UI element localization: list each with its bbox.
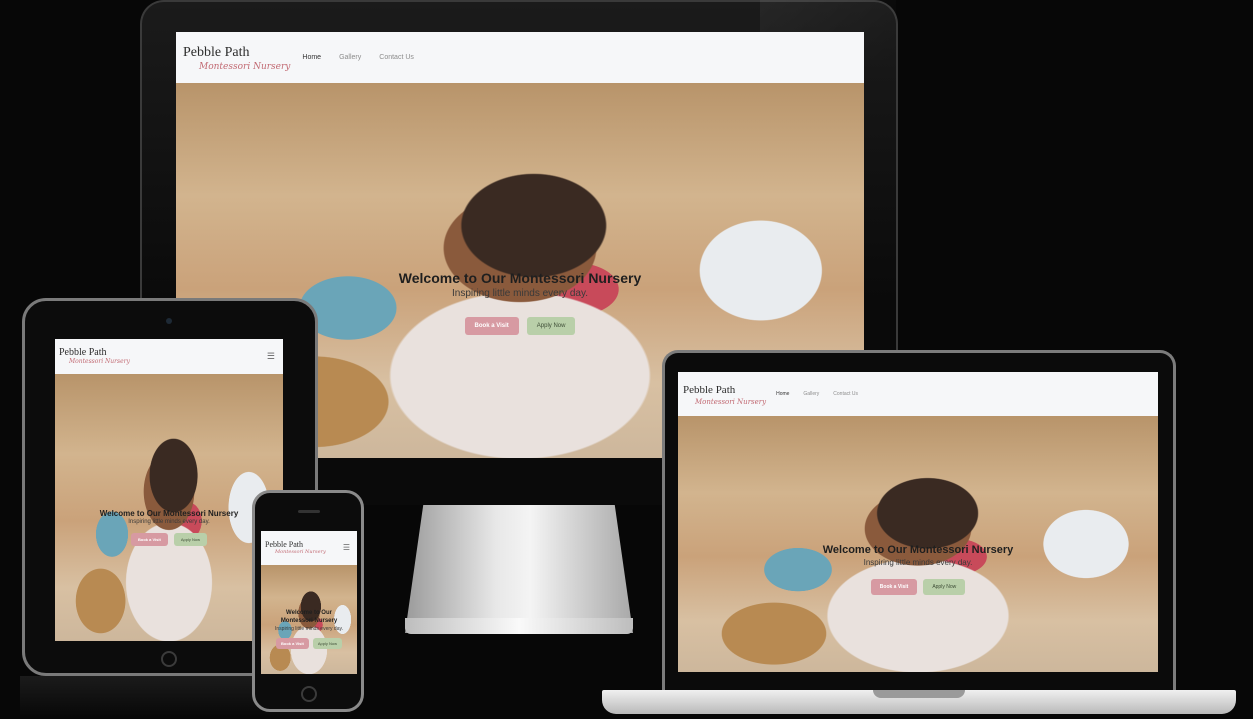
- apply-now-button[interactable]: Apply Now: [526, 317, 576, 335]
- nav-home-link[interactable]: Home: [302, 54, 321, 61]
- hero-text: Welcome to Our Montessori Nursery Inspir…: [261, 609, 357, 649]
- laptop-screen: Pebble Path Montessori Nursery Home Gall…: [678, 372, 1158, 672]
- monitor-stand: [405, 505, 633, 633]
- phone-screen: Pebble Path Montessori Nursery ☰ Welcome…: [261, 531, 357, 674]
- navbar: Pebble Path Montessori Nursery Home Gall…: [678, 372, 1158, 416]
- brand-subtitle: Montessori Nursery: [199, 61, 291, 72]
- brand-subtitle: Montessori Nursery: [69, 358, 130, 365]
- hero-subtitle: Inspiring little minds every day.: [863, 558, 973, 567]
- monitor-stand-base: [405, 618, 633, 634]
- nav-links: Home Gallery Contact Us: [302, 54, 414, 61]
- brand-name: Pebble Path: [183, 44, 250, 60]
- nav-contact-link[interactable]: Contact Us: [833, 391, 858, 397]
- hero-title: Welcome to Our Montessori Nursery: [280, 610, 338, 624]
- phone-speaker: [298, 510, 320, 513]
- navbar: Pebble Path Montessori Nursery ☰: [55, 339, 283, 374]
- nav-home-link[interactable]: Home: [776, 391, 789, 397]
- nav-gallery-link[interactable]: Gallery: [339, 54, 361, 61]
- hamburger-icon[interactable]: ☰: [343, 543, 350, 552]
- navbar: Pebble Path Montessori Nursery ☰: [261, 531, 357, 565]
- hero-title: Welcome to Our Montessori Nursery: [822, 544, 1014, 556]
- hero-title: Welcome to Our Montessori Nursery: [99, 509, 239, 518]
- tablet-home-button: [161, 651, 177, 667]
- tablet-camera: [166, 318, 172, 324]
- brand-logo[interactable]: Pebble Path Montessori Nursery: [183, 44, 290, 72]
- book-visit-button[interactable]: Book a Visit: [870, 579, 918, 595]
- book-visit-button[interactable]: Book a Visit: [464, 317, 519, 335]
- book-visit-button[interactable]: Book a Visit: [131, 533, 168, 546]
- brand-name: Pebble Path: [59, 347, 107, 358]
- hero-image: [55, 374, 283, 641]
- brand-name: Pebble Path: [683, 383, 736, 396]
- hero-title: Welcome to Our Montessori Nursery: [398, 270, 642, 286]
- hero-buttons: Book a Visit Apply Now: [55, 533, 283, 546]
- brand-logo[interactable]: Pebble Path Montessori Nursery: [683, 383, 766, 406]
- nav-contact-link[interactable]: Contact Us: [379, 54, 414, 61]
- apply-now-button[interactable]: Apply Now: [923, 579, 966, 595]
- nav-gallery-link[interactable]: Gallery: [803, 391, 819, 397]
- hero-text: Welcome to Our Montessori Nursery Inspir…: [678, 544, 1158, 595]
- hamburger-icon[interactable]: ☰: [267, 351, 275, 362]
- navbar: Pebble Path Montessori Nursery Home Gall…: [176, 32, 864, 83]
- hero-buttons: Book a Visit Apply Now: [678, 579, 1158, 595]
- brand-subtitle: Montessori Nursery: [695, 397, 767, 406]
- brand-logo[interactable]: Pebble Path Montessori Nursery: [59, 348, 130, 365]
- hero-subtitle: Inspiring little minds every day.: [275, 626, 343, 632]
- hero-buttons: Book a Visit Apply Now: [271, 638, 347, 649]
- nav-links: Home Gallery Contact Us: [776, 391, 858, 397]
- book-visit-button[interactable]: Book a Visit: [276, 638, 309, 649]
- apply-now-button[interactable]: Apply Now: [312, 638, 342, 649]
- tablet-screen: Pebble Path Montessori Nursery ☰ Welcome…: [55, 339, 283, 641]
- apply-now-button[interactable]: Apply Now: [173, 533, 207, 546]
- hero-text: Welcome to Our Montessori Nursery Inspir…: [55, 509, 283, 546]
- brand-logo[interactable]: Pebble Path Montessori Nursery: [265, 541, 326, 555]
- laptop-notch: [873, 690, 965, 698]
- brand-name: Pebble Path: [265, 540, 303, 549]
- brand-subtitle: Montessori Nursery: [275, 549, 326, 555]
- hero-subtitle: Inspiring little minds every day.: [128, 519, 210, 525]
- phone-home-button: [301, 686, 317, 702]
